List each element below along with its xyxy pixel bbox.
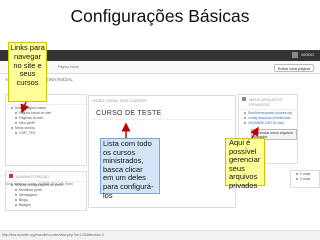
moodle-screenshot: MODO Página inicial Editar esta página A…: [0, 50, 320, 240]
status-url: http://lms.moodle.org/moodle/course/view…: [2, 233, 104, 237]
private-files-title: MEUS ARQUIVOS PRIVADOS: [249, 97, 283, 107]
status-bar: http://lms.moodle.org/moodle/course/view…: [0, 230, 320, 240]
users-block: 0 mais 0 mais: [290, 170, 320, 188]
callout-navigation: Links para navegar no site e seus cursos: [8, 42, 47, 102]
breadcrumb-bar: Página inicial Editar esta página: [0, 61, 320, 74]
course-link[interactable]: CURSO DE TESTE: [96, 110, 162, 117]
administration-icon: [9, 174, 13, 178]
file-item[interactable]: 20160808 135716.xlsx): [239, 120, 297, 125]
edit-page-button[interactable]: Editar esta página: [273, 64, 314, 72]
breadcrumb[interactable]: Página inicial: [58, 65, 79, 69]
user-menu[interactable]: MODO: [302, 52, 314, 57]
top-bar: MODO: [0, 50, 320, 61]
logged-in-info: Você acessou como: ANDRE ROCHA (Sair): [5, 182, 74, 186]
navigation-block: NAVEGAÇÃO Minha página inicial Página in…: [5, 94, 87, 166]
admin-item[interactable]: Badges: [6, 202, 86, 207]
administration-title: ADMINISTRAÇÃO: [16, 174, 50, 179]
callout-course-list: Lista com todo os cursos ministrados, ba…: [100, 138, 160, 199]
nav-item[interactable]: CUR_TES: [6, 130, 86, 135]
private-files-header[interactable]: MEUS ARQUIVOS PRIVADOS: [239, 95, 297, 110]
callout-private-files: Aqui é possível gerenciar seus arquivos …: [225, 138, 265, 190]
administration-block: ADMINISTRAÇÃO Minhas configurações de pe…: [5, 171, 87, 211]
course-overview-header: VISÃO GERAL DOS CURSOS: [92, 98, 147, 103]
user-avatar-icon[interactable]: [292, 52, 298, 58]
slide-title: Configurações Básicas: [70, 6, 250, 26]
administration-block-header[interactable]: ADMINISTRAÇÃO: [6, 172, 86, 182]
user-item[interactable]: 0 mais: [291, 176, 319, 181]
divider: [92, 119, 232, 120]
files-icon: [242, 97, 246, 101]
